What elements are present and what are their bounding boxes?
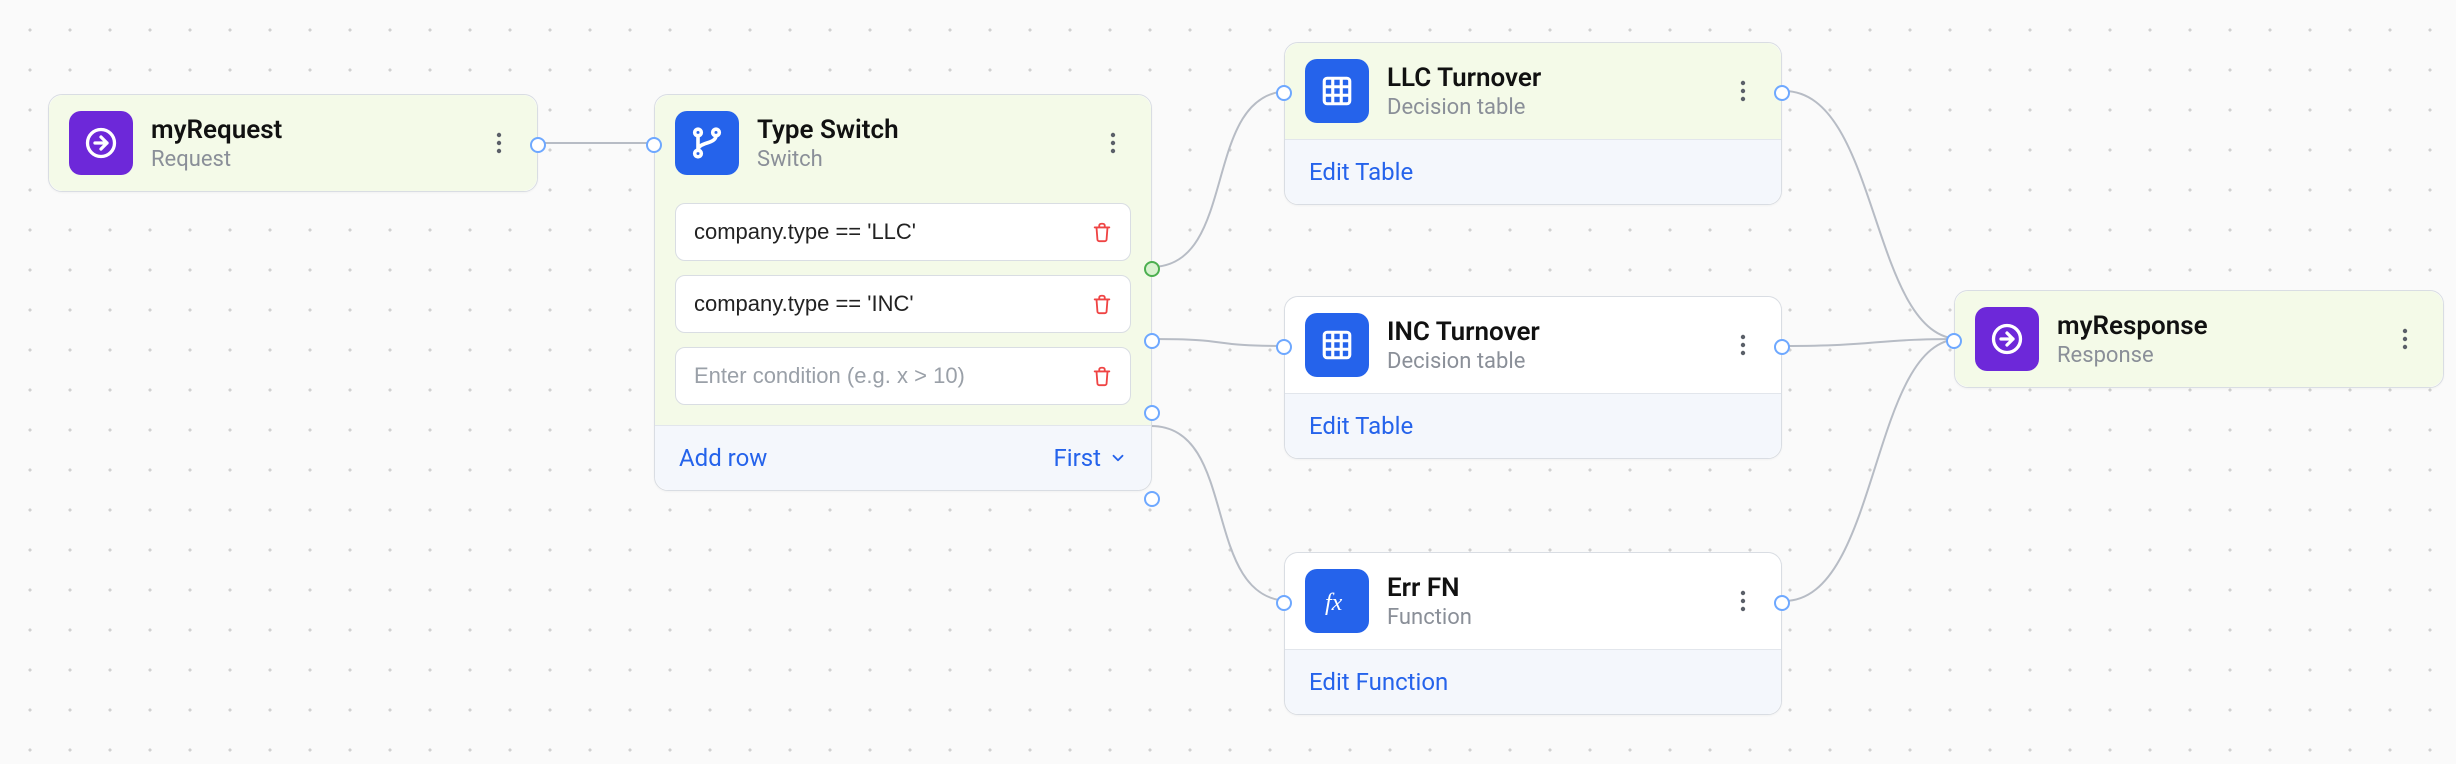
edge-llc-response bbox=[1784, 91, 1960, 339]
condition-input-1[interactable] bbox=[694, 291, 1088, 317]
condition-row bbox=[675, 275, 1131, 333]
llc-title: LLC Turnover bbox=[1387, 63, 1707, 93]
condition-row bbox=[675, 347, 1131, 405]
inc-edit-button[interactable]: Edit Table bbox=[1285, 393, 1781, 458]
edge-switch-err bbox=[1151, 426, 1290, 601]
branch-icon bbox=[675, 111, 739, 175]
err-more-button[interactable] bbox=[1725, 583, 1761, 619]
inc-title: INC Turnover bbox=[1387, 317, 1707, 347]
response-title: myResponse bbox=[2057, 311, 2369, 341]
condition-input-0[interactable] bbox=[694, 219, 1088, 245]
table-icon bbox=[1305, 59, 1369, 123]
delete-condition-button[interactable] bbox=[1088, 362, 1116, 390]
chevron-down-icon bbox=[1109, 449, 1127, 467]
node-err[interactable]: fx Err FN Function Edit Function bbox=[1284, 552, 1782, 715]
edge-err-response bbox=[1784, 339, 1960, 601]
mode-select[interactable]: First bbox=[1054, 444, 1127, 472]
request-icon bbox=[69, 111, 133, 175]
llc-edit-button[interactable]: Edit Table bbox=[1285, 139, 1781, 204]
request-more-button[interactable] bbox=[481, 125, 517, 161]
port-switch-out-1[interactable] bbox=[1144, 333, 1160, 349]
port-llc-in[interactable] bbox=[1276, 85, 1292, 101]
edge-inc-response bbox=[1784, 339, 1960, 346]
request-title: myRequest bbox=[151, 115, 463, 145]
node-inc[interactable]: INC Turnover Decision table Edit Table bbox=[1284, 296, 1782, 459]
response-icon bbox=[1975, 307, 2039, 371]
svg-text:fx: fx bbox=[1325, 590, 1343, 616]
response-more-button[interactable] bbox=[2387, 321, 2423, 357]
port-err-out[interactable] bbox=[1774, 595, 1790, 611]
switch-conditions bbox=[655, 191, 1151, 425]
response-subtitle: Response bbox=[2057, 343, 2369, 368]
err-title: Err FN bbox=[1387, 573, 1707, 603]
port-switch-out-default[interactable] bbox=[1144, 491, 1160, 507]
condition-row bbox=[675, 203, 1131, 261]
function-icon: fx bbox=[1305, 569, 1369, 633]
node-llc[interactable]: LLC Turnover Decision table Edit Table bbox=[1284, 42, 1782, 205]
err-edit-button[interactable]: Edit Function bbox=[1285, 649, 1781, 714]
mode-label: First bbox=[1054, 444, 1101, 472]
add-row-button[interactable]: Add row bbox=[679, 444, 767, 472]
edge-switch-llc bbox=[1151, 91, 1290, 267]
node-switch[interactable]: Type Switch Switch Add row bbox=[654, 94, 1152, 491]
switch-subtitle: Switch bbox=[757, 147, 1077, 172]
llc-more-button[interactable] bbox=[1725, 73, 1761, 109]
port-inc-out[interactable] bbox=[1774, 339, 1790, 355]
node-response[interactable]: myResponse Response bbox=[1954, 290, 2444, 388]
request-subtitle: Request bbox=[151, 147, 463, 172]
switch-more-button[interactable] bbox=[1095, 125, 1131, 161]
delete-condition-button[interactable] bbox=[1088, 218, 1116, 246]
port-switch-out-0[interactable] bbox=[1144, 261, 1160, 277]
node-request[interactable]: myRequest Request bbox=[48, 94, 538, 192]
switch-title: Type Switch bbox=[757, 115, 1077, 145]
port-inc-in[interactable] bbox=[1276, 339, 1292, 355]
delete-condition-button[interactable] bbox=[1088, 290, 1116, 318]
edge-switch-inc bbox=[1151, 339, 1290, 346]
port-switch-in[interactable] bbox=[646, 137, 662, 153]
inc-subtitle: Decision table bbox=[1387, 349, 1707, 374]
port-llc-out[interactable] bbox=[1774, 85, 1790, 101]
llc-subtitle: Decision table bbox=[1387, 95, 1707, 120]
err-subtitle: Function bbox=[1387, 605, 1707, 630]
condition-input-2[interactable] bbox=[694, 363, 1088, 389]
port-request-out[interactable] bbox=[530, 137, 546, 153]
port-err-in[interactable] bbox=[1276, 595, 1292, 611]
port-switch-out-2[interactable] bbox=[1144, 405, 1160, 421]
table-icon bbox=[1305, 313, 1369, 377]
port-response-in[interactable] bbox=[1946, 333, 1962, 349]
inc-more-button[interactable] bbox=[1725, 327, 1761, 363]
